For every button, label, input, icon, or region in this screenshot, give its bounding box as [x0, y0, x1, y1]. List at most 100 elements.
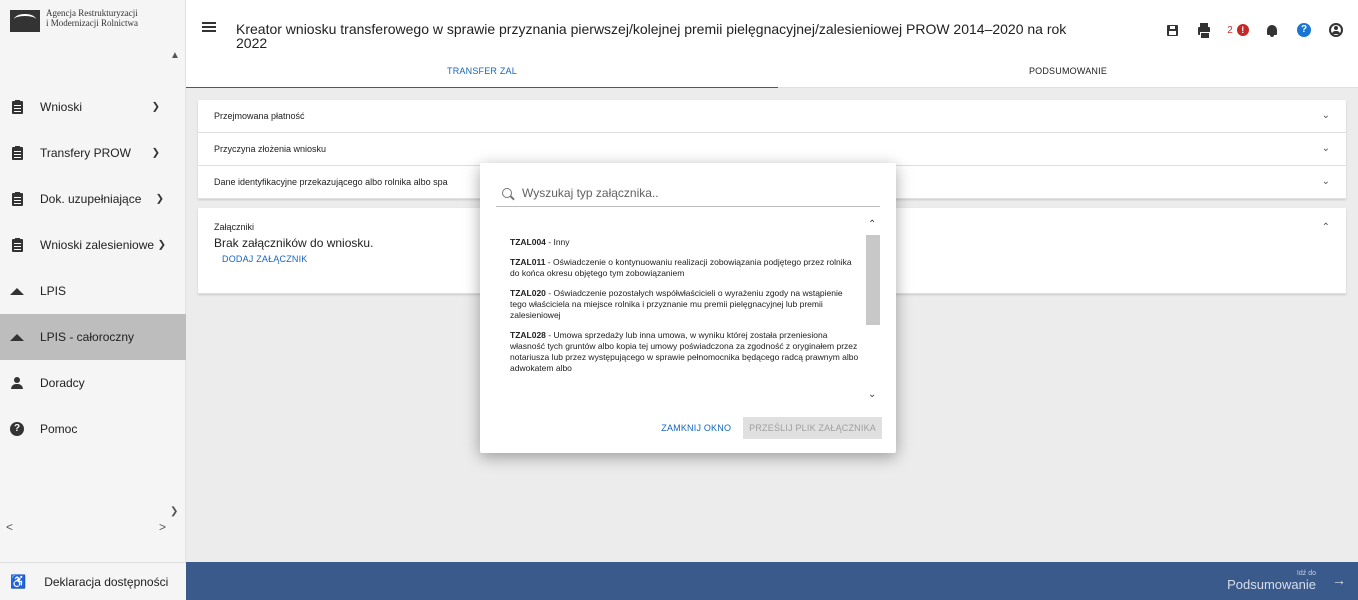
- search-field[interactable]: [496, 179, 880, 207]
- sidebar-item-label: LPIS - całoroczny: [40, 330, 135, 344]
- scroll-left-icon[interactable]: <: [6, 520, 13, 534]
- upload-attachment-button[interactable]: PRZEŚLIJ PLIK ZAŁĄCZNIKA: [743, 417, 882, 439]
- page-title: Kreator wniosku transferowego w sprawie …: [236, 21, 1067, 51]
- sidebar-item-lpis-caloroczny[interactable]: LPIS - całoroczny: [0, 314, 186, 360]
- search-icon: [502, 187, 512, 198]
- scroll-right-icon[interactable]: >: [159, 520, 166, 534]
- sidebar-item-pomoc[interactable]: ? Pomoc: [0, 406, 186, 452]
- clipboard-icon: [10, 191, 24, 206]
- sidebar-item-lpis[interactable]: LPIS: [0, 268, 186, 314]
- sidebar-scroll-down-icon[interactable]: ❯: [170, 506, 178, 517]
- option-code: TZAL004: [510, 237, 546, 247]
- arrow-right-icon[interactable]: →: [1332, 572, 1346, 588]
- logo-line-2: i Modernizacji Rolnictwa: [46, 18, 138, 28]
- list-item[interactable]: TZAL020 - Oświadczenie pozostałych współ…: [510, 288, 860, 321]
- close-dialog-button[interactable]: ZAMKNIJ OKNO: [653, 417, 739, 439]
- option-text: - Oświadczenie pozostałych współwłaścici…: [510, 288, 843, 320]
- mountain-icon: [10, 330, 24, 344]
- notifications-button[interactable]: [1256, 22, 1288, 38]
- errors-button[interactable]: 2 !: [1220, 24, 1256, 36]
- dialog-actions: ZAMKNIJ OKNO PRZEŚLIJ PLIK ZAŁĄCZNIKA: [653, 417, 882, 439]
- chevron-down-icon: ⌄: [1321, 176, 1330, 187]
- attachments-label: Załączniki: [214, 222, 255, 232]
- sidebar-nav: Wnioski ❯ Transfery PROW ❯ Dok. uzupełni…: [0, 84, 186, 452]
- sidebar-item-dok-uzupelniajace[interactable]: Dok. uzupełniające ❯: [0, 176, 186, 222]
- print-icon: [1198, 23, 1210, 39]
- list-item[interactable]: TZAL004 - Inny: [510, 237, 860, 248]
- help-icon: ?: [1297, 23, 1311, 37]
- tab-podsumowanie[interactable]: PODSUMOWANIE: [778, 60, 1358, 88]
- option-code: TZAL011: [510, 257, 546, 267]
- print-button[interactable]: [1188, 22, 1220, 39]
- account-button[interactable]: [1320, 22, 1352, 38]
- scrollbar-thumb[interactable]: [866, 235, 880, 325]
- attachment-type-dialog: TZAL004 - Inny TZAL011 - Oświadczenie o …: [480, 163, 896, 453]
- chevron-up-icon[interactable]: ⌃: [1322, 222, 1330, 233]
- option-code: TZAL020: [510, 288, 546, 298]
- list-item[interactable]: TZAL011 - Oświadczenie o kontynuowaniu r…: [510, 257, 860, 279]
- goto-target: Podsumowanie: [1227, 577, 1316, 592]
- option-text: - Umowa sprzedaży lub inna umowa, w wyni…: [510, 330, 859, 373]
- panel-title: Dane identyfikacyjne przekazującego albo…: [214, 177, 448, 187]
- sidebar-item-label: Wnioski zalesieniowe: [40, 238, 155, 252]
- footer-bar: Idź do Podsumowanie →: [186, 562, 1358, 600]
- option-text: - Oświadczenie o kontynuowaniu realizacj…: [510, 257, 852, 278]
- list-item[interactable]: TZAL028 - Umowa sprzedaży lub inna umowa…: [510, 330, 860, 374]
- chevron-down-icon: ❯: [151, 101, 160, 113]
- attachment-type-list: TZAL004 - Inny TZAL011 - Oświadczenie o …: [510, 237, 860, 401]
- accessibility-icon: ♿: [10, 573, 27, 589]
- person-icon: [10, 376, 24, 390]
- search-input[interactable]: [522, 185, 862, 200]
- account-icon: [1329, 23, 1343, 37]
- chevron-down-icon: ⌄: [1321, 143, 1330, 154]
- list-scrollbar[interactable]: ⌃ ⌄: [864, 219, 882, 403]
- hamburger-menu-icon[interactable]: [202, 22, 216, 32]
- sidebar-item-wnioski[interactable]: Wnioski ❯: [0, 84, 186, 130]
- logo-line-1: Agencja Restrukturyzacji: [46, 8, 138, 18]
- sidebar-item-label: LPIS: [40, 284, 67, 298]
- sidebar-item-label: Doradcy: [40, 376, 85, 390]
- save-icon: [1166, 24, 1178, 36]
- error-icon: !: [1236, 24, 1249, 36]
- save-button[interactable]: [1156, 22, 1188, 38]
- panel-przyczyna-zlozenia[interactable]: Przyczyna złożenia wniosku ⌄: [198, 133, 1346, 166]
- goto-label: Idź do: [1296, 570, 1316, 577]
- sidebar-scroll-up-icon[interactable]: ▲: [170, 50, 180, 61]
- toolbar: 2 ! ?: [1156, 22, 1352, 39]
- clipboard-icon: [10, 99, 24, 114]
- sidebar-item-doradcy[interactable]: Doradcy: [0, 360, 186, 406]
- sidebar-item-wnioski-zalesieniowe[interactable]: Wnioski zalesieniowe ❯: [0, 222, 186, 268]
- tab-transfer-zal[interactable]: TRANSFER ZAL: [186, 60, 778, 88]
- panel-title: Przejmowana płatność: [214, 111, 305, 121]
- sidebar-horizontal-scrollbar[interactable]: < >: [6, 520, 166, 534]
- sidebar-item-accessibility[interactable]: ♿ Deklaracja dostępności: [0, 562, 186, 600]
- help-icon: ?: [10, 422, 24, 436]
- no-attachments-text: Brak załączników do wniosku.: [214, 236, 374, 250]
- mountain-icon: [10, 284, 24, 298]
- bell-icon: [1267, 25, 1277, 37]
- sidebar-item-label: Transfery PROW: [40, 146, 131, 160]
- clipboard-icon: [10, 145, 24, 160]
- sidebar-item-label: Dok. uzupełniające: [40, 192, 142, 206]
- option-text: - Inny: [545, 237, 570, 247]
- sidebar: Agencja Restrukturyzacji i Modernizacji …: [0, 0, 186, 600]
- option-code: TZAL028: [510, 330, 546, 340]
- add-attachment-button[interactable]: DODAJ ZAŁĄCZNIK: [222, 254, 308, 264]
- sidebar-item-transfery-prow[interactable]: Transfery PROW ❯: [0, 130, 186, 176]
- agency-logo[interactable]: Agencja Restrukturyzacji i Modernizacji …: [10, 8, 180, 48]
- chevron-down-icon: ❯: [151, 147, 160, 159]
- goto-summary-button[interactable]: Idź do Podsumowanie: [1227, 570, 1316, 592]
- scroll-down-icon[interactable]: ⌄: [868, 389, 876, 400]
- chevron-down-icon: ⌄: [1321, 110, 1330, 121]
- panel-title: Przyczyna złożenia wniosku: [214, 144, 327, 154]
- clipboard-icon: [10, 237, 24, 252]
- scroll-up-icon[interactable]: ⌃: [868, 219, 876, 230]
- agency-logo-icon: [10, 10, 40, 32]
- panel-przejmowana-platnosc[interactable]: Przejmowana płatność ⌄: [198, 100, 1346, 133]
- tab-bar: TRANSFER ZAL PODSUMOWANIE: [186, 60, 1358, 88]
- error-count-badge: 2: [1227, 24, 1233, 36]
- chevron-down-icon: ❯: [157, 239, 166, 251]
- sidebar-item-label: Wnioski: [40, 100, 83, 114]
- help-button[interactable]: ?: [1288, 22, 1320, 38]
- chevron-down-icon: ❯: [155, 193, 164, 205]
